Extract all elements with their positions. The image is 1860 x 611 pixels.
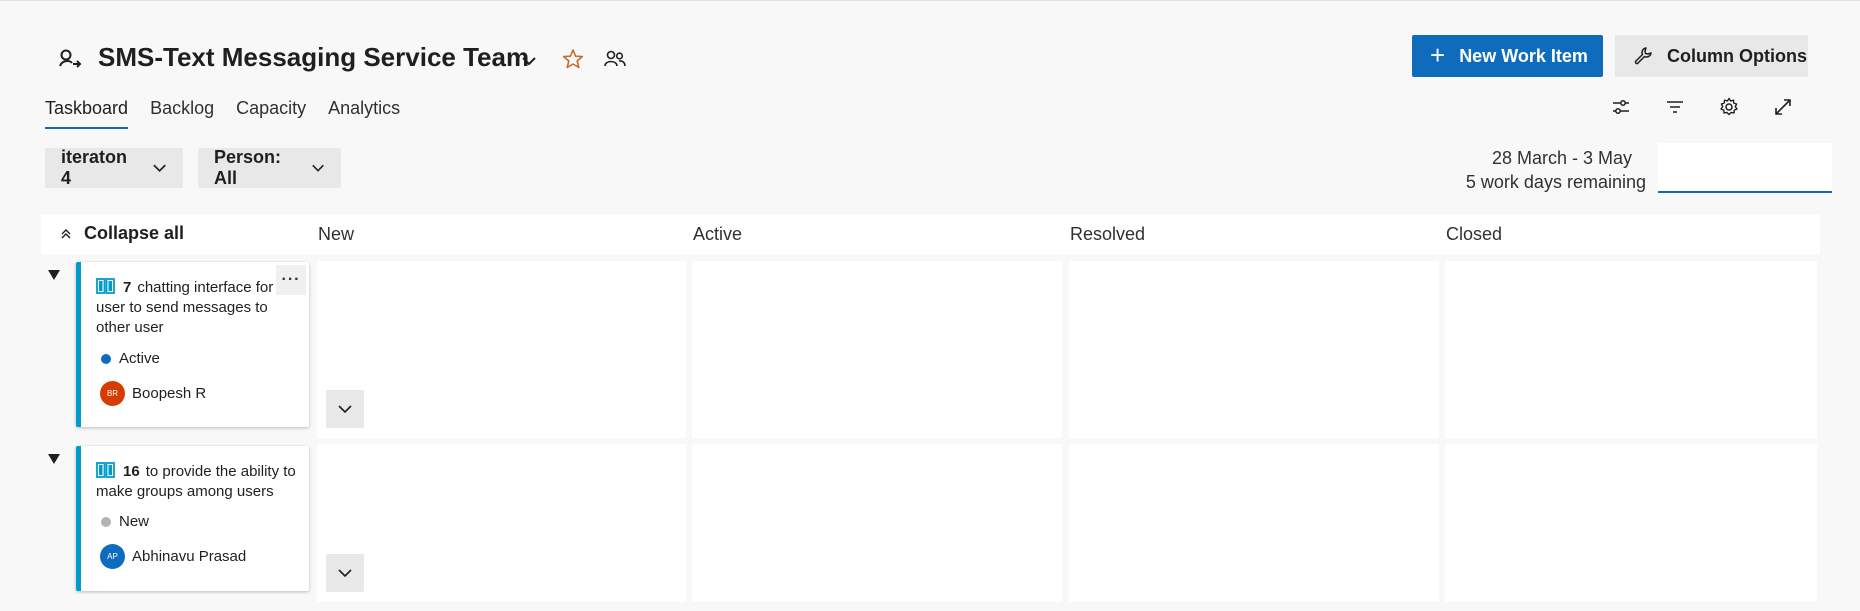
column-header-closed: Closed (1446, 224, 1503, 244)
chevron-down-icon (338, 569, 352, 578)
collapse-all-button[interactable]: Collapse all (60, 223, 184, 244)
card-title-block: 7 chatting interface for user to send mes… (96, 278, 296, 338)
chevron-down-icon[interactable] (518, 50, 540, 72)
state-dot (101, 516, 111, 527)
cell-new (317, 261, 686, 438)
view-options-icon[interactable] (1610, 96, 1632, 118)
iteration-dropdown[interactable]: iteraton 4 (45, 147, 183, 188)
board-header (41, 214, 1820, 254)
cell-closed (1445, 444, 1817, 602)
user-story-icon (96, 278, 115, 294)
cell-new (317, 444, 686, 602)
card-assignee[interactable]: BR Boopesh R (100, 381, 206, 406)
person-value: Person: All (214, 147, 282, 188)
more-options-button[interactable]: ··· (276, 265, 306, 295)
person-dropdown[interactable]: Person: All (198, 147, 341, 188)
cell-active (692, 261, 1062, 438)
sprint-date-range: 28 March - 3 May (1491, 148, 1632, 168)
expand-row-button[interactable] (326, 390, 364, 428)
work-item-id: 16 (123, 463, 140, 480)
row-collapse-icon[interactable] (46, 267, 62, 283)
team-icon (59, 49, 82, 68)
cell-resolved (1069, 261, 1439, 438)
chevron-down-icon (312, 164, 324, 172)
tab-analytics[interactable]: Analytics (328, 98, 400, 129)
column-header-resolved: Resolved (1070, 224, 1146, 244)
user-story-icon (96, 462, 115, 478)
column-header-active: Active (693, 224, 743, 244)
chevron-down-icon (153, 164, 166, 173)
assignee-name: Abhinavu Prasad (132, 548, 247, 565)
cell-active (692, 444, 1062, 602)
settings-icon[interactable] (1718, 96, 1740, 118)
sprint-remaining: 5 work days remaining (1465, 172, 1646, 192)
page-title: SMS-Text Messaging Service Team (98, 42, 530, 72)
tab-bar: Taskboard Backlog Capacity Analytics (45, 98, 400, 129)
assignee-name: Boopesh R (132, 385, 207, 402)
state-label: Active (119, 350, 160, 367)
double-chevron-up-icon (61, 228, 71, 238)
tab-taskboard[interactable]: Taskboard (45, 98, 129, 129)
view-toolbar (1610, 96, 1794, 118)
avatar: AP (100, 544, 125, 569)
fullscreen-icon[interactable] (1772, 96, 1794, 118)
new-work-item-label: New Work Item (1459, 45, 1588, 66)
card-state: Active (101, 350, 160, 367)
capacity-bar[interactable] (1658, 143, 1832, 193)
tab-backlog[interactable]: Backlog (150, 98, 214, 129)
avatar: BR (100, 381, 125, 406)
column-options-button[interactable]: Column Options (1615, 35, 1808, 77)
chevron-down-icon (338, 405, 352, 414)
plus-icon: + (1430, 40, 1446, 70)
state-dot (101, 353, 111, 364)
work-item-card[interactable]: 7 chatting interface for user to send mes… (76, 262, 309, 427)
work-item-card[interactable]: 16 to provide the ability to make groups … (76, 446, 309, 591)
new-work-item-button[interactable]: + New Work Item (1412, 35, 1603, 77)
filter-icon[interactable] (1664, 96, 1686, 118)
card-assignee[interactable]: AP Abhinavu Prasad (100, 544, 246, 569)
wrench-icon (1634, 47, 1652, 65)
collapse-all-label: Collapse all (84, 223, 185, 243)
sprint-dates: 28 March - 3 May 5 work days remaining (1466, 146, 1646, 194)
tab-capacity[interactable]: Capacity (236, 98, 306, 129)
card-title-block: 16 to provide the ability to make groups … (96, 462, 296, 502)
column-options-label: Column Options (1667, 45, 1807, 66)
team-members-icon[interactable] (603, 48, 627, 70)
top-border (0, 0, 1860, 4)
column-header-new: New (318, 224, 355, 244)
expand-row-button[interactable] (326, 554, 364, 592)
cell-resolved (1069, 444, 1439, 602)
state-label: New (119, 513, 150, 530)
row-collapse-icon[interactable] (46, 451, 62, 467)
iteration-value: iteraton 4 (61, 147, 128, 188)
card-state: New (101, 513, 149, 530)
cell-closed (1445, 261, 1817, 438)
work-item-id: 7 (123, 279, 132, 296)
favorite-star-icon[interactable] (562, 48, 584, 70)
